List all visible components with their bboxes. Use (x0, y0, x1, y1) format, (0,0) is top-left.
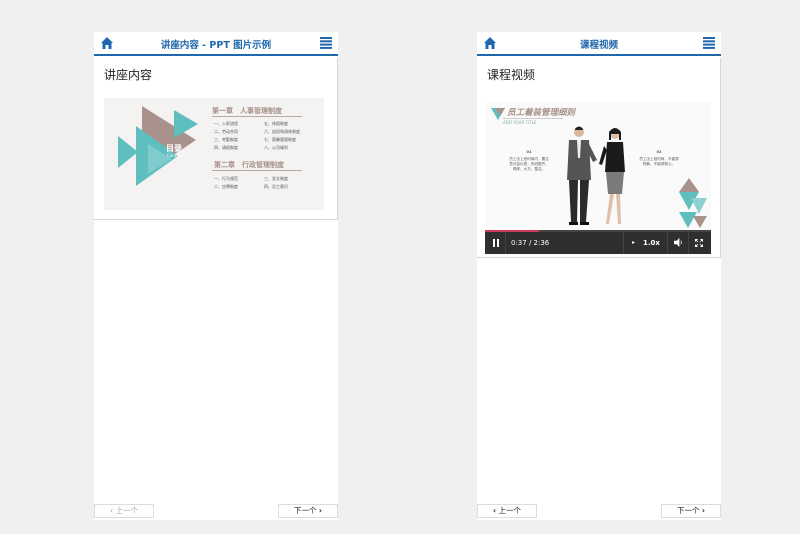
menu-icon[interactable] (320, 37, 332, 49)
video-slide-divider (503, 118, 563, 119)
home-icon[interactable] (483, 36, 497, 50)
chapter-1-title: 第一章 人事管理制度 (212, 107, 282, 115)
top-bar: 讲座内容 - PPT 图片示例 (94, 32, 338, 56)
chapter-2-title: 第二章 行政管理制度 (214, 161, 284, 169)
speed-arrow-icon[interactable]: ▸ (632, 239, 635, 246)
chapter-item: 三、考勤制度 (214, 137, 238, 142)
playback-speed[interactable]: 1.0x (643, 239, 660, 247)
prev-button[interactable]: ‹ 上一个 (477, 504, 537, 518)
next-button[interactable]: 下一个 › (661, 504, 721, 518)
control-separator (623, 232, 624, 254)
home-icon[interactable] (100, 36, 114, 50)
chapter-item: 四、员工意识 (264, 184, 288, 189)
chapter-item: 七、薪酬管理制度 (264, 137, 296, 142)
control-separator (667, 232, 668, 254)
chapter-item: 一、行为规范 (214, 176, 238, 181)
page-title: 讲座内容 - PPT 图片示例 (160, 40, 272, 51)
chapter-item: 二、劳动合同 (214, 129, 238, 134)
triangle-graphic (118, 106, 198, 186)
control-separator (688, 232, 689, 254)
ppt-slide-image: 目录 Contents 第一章 人事管理制度 一、入职流程 五、休假制度 二、劳… (104, 98, 324, 210)
slide-mulu-text: 目录 (166, 144, 182, 153)
video-text-right-heading: 02 (656, 150, 662, 154)
menu-icon[interactable] (703, 37, 715, 49)
fullscreen-icon[interactable] (695, 239, 703, 247)
chapter-item: 二、应聘制度 (214, 184, 238, 189)
control-separator (505, 232, 506, 254)
chevron-left-icon: ‹ (110, 506, 114, 515)
video-text-right: 员工出上班时间，不能穿短裤，不能穿够心。 (639, 157, 679, 166)
pause-icon[interactable] (493, 239, 499, 247)
next-button[interactable]: 下一个 › (278, 504, 338, 518)
page-title: 课程视频 (579, 40, 618, 51)
prev-button-label: 上一个 (115, 506, 138, 515)
slide-contents-text: Contents (167, 153, 185, 158)
right-phone-panel: 课程视频 课程视频 员工着装管理细则 ADD YOUR TITLE 01 员工出… (477, 32, 721, 520)
content-heading: 讲座内容 (104, 68, 153, 82)
content-card: 课程视频 员工着装管理细则 ADD YOUR TITLE 01 员工出上班时间内… (477, 58, 721, 258)
chevron-left-icon: ‹ (493, 506, 497, 515)
chevron-right-icon: › (318, 506, 322, 515)
left-phone-panel: 讲座内容 - PPT 图片示例 讲座内容 目录 Contents 第一章 人事管… (94, 32, 338, 520)
content-card: 讲座内容 目录 Contents 第一章 人事管理制度 一、入职流程 五、休假制… (94, 58, 338, 220)
chapter-item: 一、入职流程 (214, 121, 238, 126)
slide-decoration-graphic (679, 178, 707, 228)
content-heading: 课程视频 (487, 68, 536, 82)
next-button-label: 下一个 (677, 506, 700, 515)
video-slide-title: 员工着装管理细则 (507, 108, 576, 118)
prev-button[interactable]: ‹ 上一个 (94, 504, 154, 518)
chapter-item: 四、请假制度 (214, 145, 238, 150)
chapter-item: 三、发文制度 (264, 176, 288, 181)
chapter-item: 八、公司福利 (264, 145, 288, 150)
chevron-right-icon: › (701, 506, 705, 515)
video-text-left: 员工出上班时间内，要注意仪容仪表，衣冠整齐，得体、大方、整洁。 (509, 157, 549, 171)
chapter-item: 六、加班和调休制度 (264, 129, 300, 134)
video-time: 0:37 / 2:36 (511, 239, 550, 247)
volume-icon[interactable] (674, 238, 683, 247)
chapter-item: 五、休假制度 (264, 121, 288, 126)
prev-button-label: 上一个 (498, 506, 521, 515)
business-people-image (567, 126, 625, 225)
chapter-1-divider (212, 116, 302, 117)
video-player[interactable]: 员工着装管理细则 ADD YOUR TITLE 01 员工出上班时间内，要注意仪… (485, 102, 711, 254)
chapter-2-divider (212, 170, 302, 171)
video-text-left-heading: 01 (526, 150, 532, 154)
video-controls: 0:37 / 2:36 ▸ 1.0x (485, 232, 711, 254)
next-button-label: 下一个 (294, 506, 317, 515)
top-bar: 课程视频 (477, 32, 721, 56)
video-slide-subtitle: ADD YOUR TITLE (503, 120, 537, 125)
